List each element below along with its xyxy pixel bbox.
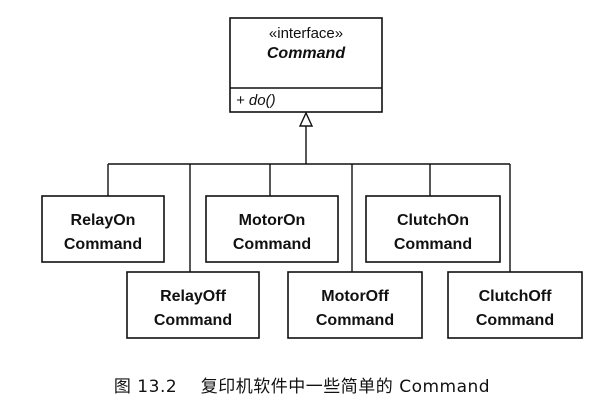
interface-stereotype: «interface»	[269, 25, 343, 42]
class-name-line2: Command	[233, 236, 311, 253]
class-name-line2: Command	[394, 236, 472, 253]
class-motoron-command: MotorOn Command	[205, 195, 339, 263]
class-name-line2: Command	[316, 312, 394, 329]
class-name-line2: Command	[476, 312, 554, 329]
class-name-line1: MotorOn	[239, 212, 306, 229]
class-name-line1: ClutchOff	[479, 288, 553, 305]
interface-command-box: «interface» Command + do()	[229, 17, 383, 113]
class-name-line2: Command	[154, 312, 232, 329]
class-name-line1: ClutchOn	[397, 212, 469, 229]
figure-caption: 图 13.2 复印机软件中一些简单的 Command	[0, 372, 604, 397]
class-relayon-command: RelayOn Command	[41, 195, 165, 263]
interface-method: + do()	[236, 92, 276, 109]
class-motoroff-command: MotorOff Command	[287, 271, 423, 339]
class-clutchoff-command: ClutchOff Command	[447, 271, 583, 339]
interface-name: Command	[267, 45, 346, 62]
class-name-line2: Command	[64, 236, 142, 253]
figure-number: 图 13.2	[113, 377, 178, 397]
figure-title: 复印机软件中一些简单的 Command	[200, 377, 491, 397]
class-name-line1: RelayOn	[71, 212, 136, 229]
class-name-line1: MotorOff	[321, 288, 389, 305]
class-name-line1: RelayOff	[160, 288, 226, 305]
class-clutchon-command: ClutchOn Command	[365, 195, 501, 263]
uml-class-diagram: «interface» Command + do() RelayOn Comma…	[41, 17, 583, 339]
caption-gap	[177, 377, 201, 397]
inheritance-arrowhead	[298, 111, 314, 127]
class-relayoff-command: RelayOff Command	[126, 271, 260, 339]
